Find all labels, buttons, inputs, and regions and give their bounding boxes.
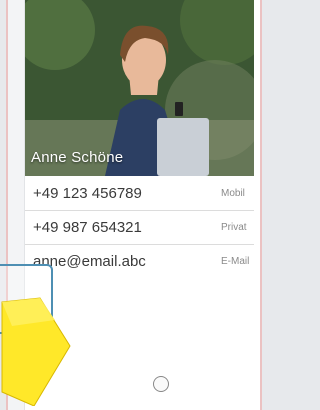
entry-value: +49 123 456789 <box>33 185 142 202</box>
entry-type: E-Mail <box>221 256 250 267</box>
contact-entry-mobile[interactable]: +49 123 456789 Mobil <box>25 176 254 211</box>
entry-value: +49 987 654321 <box>33 219 142 236</box>
contact-name: Anne Schöne <box>31 149 124 166</box>
contact-photo: Anne Schöne <box>25 0 254 176</box>
entry-type: Privat <box>221 222 247 233</box>
contact-entry-private[interactable]: +49 987 654321 Privat <box>25 210 254 245</box>
entry-type: Mobil <box>221 188 245 199</box>
home-button[interactable] <box>153 376 169 392</box>
contact-entry-email[interactable]: anne@email.abc E-Mail <box>25 244 254 278</box>
sticky-note <box>1 297 71 406</box>
